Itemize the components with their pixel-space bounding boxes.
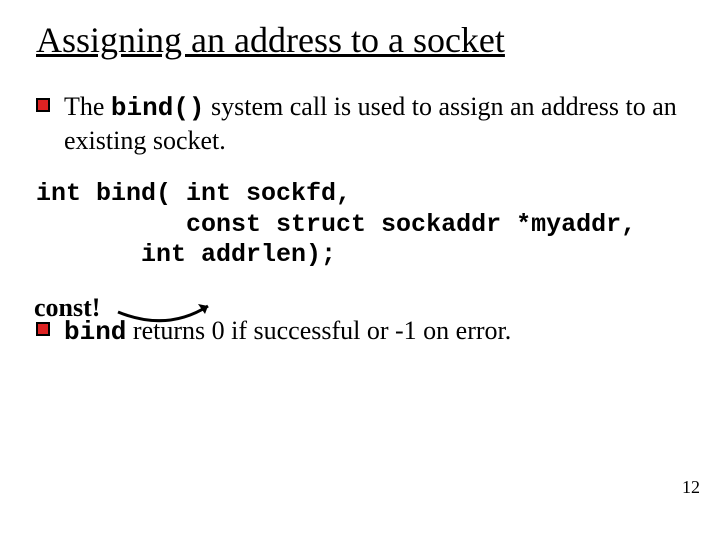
bullet-2: bind returns 0 if successful or -1 on er… xyxy=(36,315,684,349)
bullet-2-post: returns 0 if successful or -1 on error. xyxy=(126,316,511,345)
bullet-marker-icon xyxy=(36,98,50,112)
slide-title: Assigning an address to a socket xyxy=(36,18,684,63)
code-block: int bind( int sockfd, const struct socka… xyxy=(36,179,684,271)
bullet-1-code: bind() xyxy=(111,93,205,123)
bullet-2-code: bind xyxy=(64,317,126,347)
bullet-1: The bind() system call is used to assign… xyxy=(36,91,684,157)
slide: Assigning an address to a socket The bin… xyxy=(0,0,720,540)
bullet-1-pre: The xyxy=(64,92,111,121)
page-number: 12 xyxy=(682,477,700,498)
bullet-marker-icon xyxy=(36,322,50,336)
